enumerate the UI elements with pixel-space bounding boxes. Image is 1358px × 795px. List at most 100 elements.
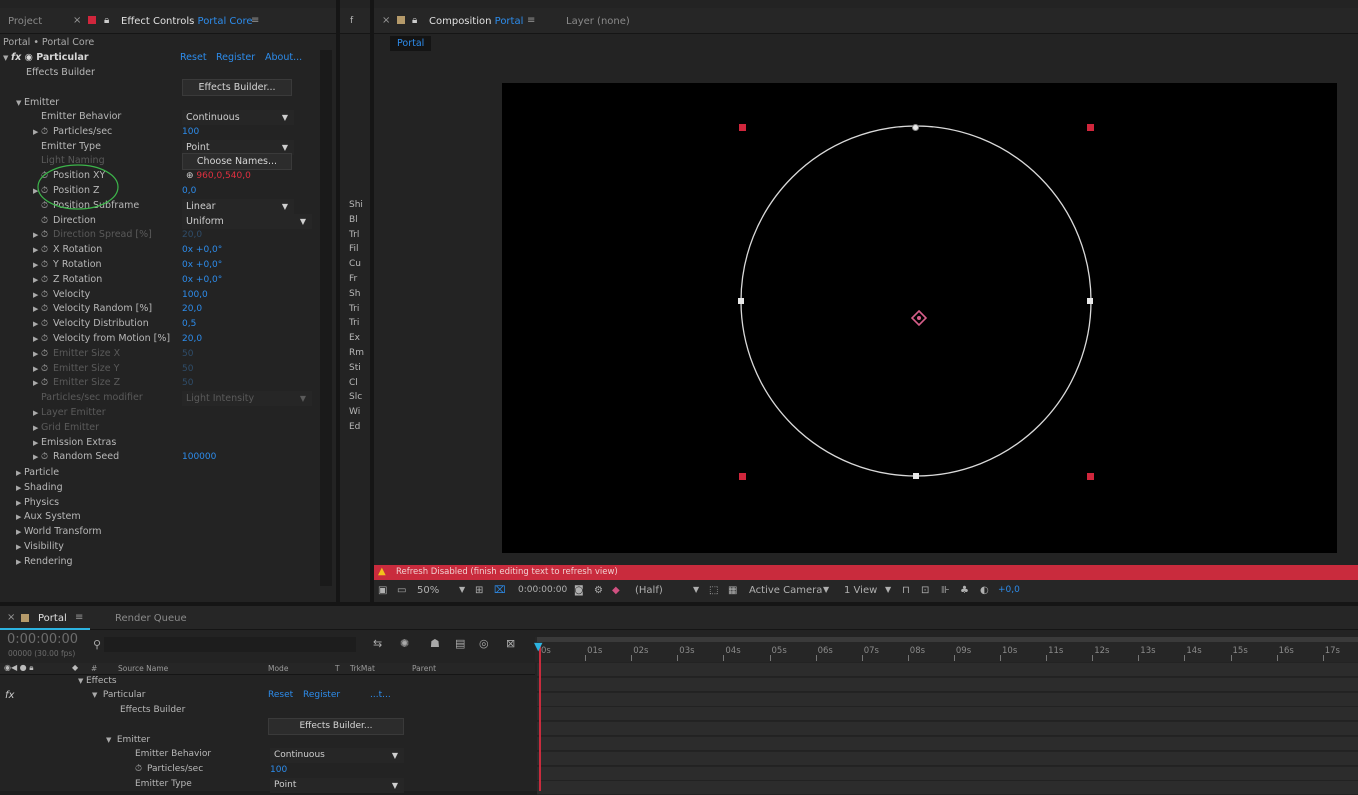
ec-row-15-label[interactable]: ▶ ⏱ Velocity from Motion [%] (33, 333, 170, 348)
col-source-name[interactable]: Source Name (118, 664, 168, 673)
playhead-icon[interactable]: ▼ (534, 640, 542, 653)
work-area-bar[interactable] (537, 637, 1358, 642)
timeline-icon[interactable]: ⊪ (941, 585, 950, 596)
ec-group-shading[interactable]: ▶ Shading (16, 482, 63, 497)
tl-register-link[interactable]: Register (303, 690, 340, 705)
always-preview-icon[interactable]: ▣ (378, 585, 387, 596)
circle-vertex-top[interactable] (912, 124, 919, 131)
stopwatch-icon[interactable]: ⏱ (41, 319, 53, 329)
side-panel-item[interactable]: Shi (349, 200, 363, 215)
side-panel-item[interactable]: Sh (349, 289, 360, 304)
color-channels-icon[interactable]: ◆ (612, 585, 620, 596)
anchor-point-icon[interactable] (911, 310, 927, 326)
col-trkmat[interactable]: TrkMat (350, 664, 375, 673)
ec-row-0-dropdown[interactable]: Continuous ▼ (182, 110, 294, 125)
expand-triangle-icon[interactable]: ▶ (33, 128, 41, 136)
fast-previews-icon[interactable]: ⊡ (921, 585, 929, 596)
choose-names-button[interactable]: Choose Names... (182, 153, 292, 171)
tab-layer[interactable]: Layer (none) (566, 16, 630, 27)
ec-row-13-label[interactable]: ▶ ⏱ Velocity Random [%] (33, 303, 152, 318)
expand-triangle-icon[interactable]: ▶ (33, 424, 41, 432)
side-panel-item[interactable]: Fil (349, 244, 359, 259)
side-panel-item[interactable]: Ex (349, 333, 360, 348)
tl-emitter[interactable]: ▼ Emitter (106, 735, 150, 750)
expand-triangle-icon[interactable]: ▶ (16, 469, 24, 477)
draft-3d-icon[interactable]: ✺ (400, 637, 409, 650)
fx-icon[interactable]: fx (5, 690, 14, 701)
tab-render-queue[interactable]: Render Queue (115, 613, 187, 624)
effect-controls-scrollbar[interactable] (320, 50, 332, 586)
ec-row-15-value[interactable]: 20,0 (182, 334, 202, 344)
ec-row-4-value[interactable]: ⊕ 960,0,540,0 (186, 171, 251, 181)
expand-triangle-icon[interactable]: ▶ (33, 291, 41, 299)
expand-triangle-icon[interactable]: ▶ (16, 528, 24, 536)
ec-group-particle[interactable]: ▶ Particle (16, 467, 59, 482)
frame-blending-icon[interactable]: ▤ (455, 637, 465, 650)
stopwatch-icon[interactable]: ⏱ (41, 290, 53, 300)
ec-group-aux-system[interactable]: ▶ Aux System (16, 511, 81, 526)
expand-triangle-icon[interactable]: ▶ (33, 453, 41, 461)
track-row[interactable] (537, 707, 1358, 722)
stopwatch-icon[interactable]: ⏱ (41, 334, 53, 344)
playhead-line[interactable] (539, 645, 541, 791)
label-icon[interactable]: ◆ (72, 663, 78, 672)
camera-icon[interactable]: ◙ (574, 585, 584, 596)
close-icon[interactable]: × (7, 612, 15, 623)
zoom-select[interactable]: 50% (417, 585, 439, 596)
layer-handle-bottom-right[interactable] (1087, 473, 1094, 480)
ec-row-13-value[interactable]: 20,0 (182, 304, 202, 314)
track-row[interactable] (537, 692, 1358, 707)
ec-row-14-value[interactable]: 0,5 (182, 319, 196, 329)
stopwatch-icon[interactable]: ⏱ (41, 349, 53, 359)
ec-row-19-dropdown[interactable]: Light Intensity ▼ (182, 391, 312, 407)
monitor-icon[interactable]: ▭ (397, 585, 406, 596)
expand-triangle-icon[interactable]: ▶ (33, 335, 41, 343)
tl-about-link[interactable]: ...t... (370, 690, 391, 705)
side-panel-item[interactable]: Cu (349, 259, 361, 274)
layer-handle-top-left[interactable] (739, 124, 746, 131)
stopwatch-icon[interactable]: ⏱ (41, 230, 53, 240)
ec-row-10-label[interactable]: ▶ ⏱ Y Rotation (33, 259, 102, 274)
ec-group-visibility[interactable]: ▶ Visibility (16, 541, 64, 556)
ec-row-7-dropdown[interactable]: Uniform ▼ (182, 213, 312, 229)
stopwatch-icon[interactable]: ⏱ (135, 764, 147, 774)
ec-row-8-value[interactable]: 20,0 (182, 230, 202, 240)
expand-triangle-icon[interactable]: ▶ (33, 409, 41, 417)
expand-triangle-icon[interactable]: ▶ (16, 499, 24, 507)
ec-row-20-label[interactable]: ▶ Layer Emitter (33, 407, 106, 422)
side-panel-item[interactable]: Slc (349, 392, 362, 407)
ec-row-11-value[interactable]: 0x +0,0° (182, 275, 222, 285)
ec-row-12-value[interactable]: 100,0 (182, 290, 208, 300)
ec-row-9-value[interactable]: 0x +0,0° (182, 245, 222, 255)
view-layout-select[interactable]: 1 View (844, 585, 877, 596)
lock-icon[interactable]: 🔒︎ (104, 15, 109, 26)
comp-mini-flowchart-icon[interactable]: ⇆ (373, 637, 382, 650)
circle-vertex-right[interactable] (1087, 298, 1093, 304)
viewer-timecode[interactable]: 0:00:00:00 (518, 585, 567, 595)
side-panel-item[interactable]: Trl (349, 230, 359, 245)
side-panel-item[interactable]: Ed (349, 422, 360, 437)
expand-triangle-icon[interactable]: ▶ (33, 261, 41, 269)
stopwatch-icon[interactable]: ⏱ (41, 452, 53, 462)
crosshair-icon[interactable]: ⊕ (186, 171, 194, 181)
side-panel-item[interactable]: Tri (349, 318, 359, 333)
ec-row-5-value[interactable]: 0,0 (182, 186, 196, 196)
ec-row-18-label[interactable]: ▶ ⏱ Emitter Size Z (33, 377, 120, 392)
tl-particular[interactable]: ▼ Particular (92, 690, 146, 705)
ec-row-18-value[interactable]: 50 (182, 378, 193, 388)
register-link[interactable]: Register (216, 52, 255, 67)
search-input[interactable] (104, 637, 356, 652)
chevron-down-icon[interactable]: ▼ (823, 585, 829, 594)
tab-effect-controls[interactable]: Effect Controls Portal Core (121, 16, 253, 27)
tab-composition[interactable]: Composition Portal (429, 16, 523, 27)
toggle-pixel-aspect-icon[interactable]: ⊓ (902, 585, 910, 596)
snapshot-icon[interactable]: ⚙ (594, 585, 603, 596)
ec-row-16-value[interactable]: 50 (182, 349, 193, 359)
position-xy-value[interactable]: 960,0,540,0 (196, 171, 250, 181)
transparency-grid-icon[interactable]: ▦ (728, 585, 737, 596)
ec-row-6-dropdown[interactable]: Linear ▼ (182, 198, 294, 214)
expand-triangle-icon[interactable]: ▶ (33, 439, 41, 447)
tab-timeline-portal[interactable]: Portal (38, 613, 67, 624)
stopwatch-icon[interactable]: ⏱ (41, 378, 53, 388)
reset-link[interactable]: Reset (180, 52, 207, 67)
